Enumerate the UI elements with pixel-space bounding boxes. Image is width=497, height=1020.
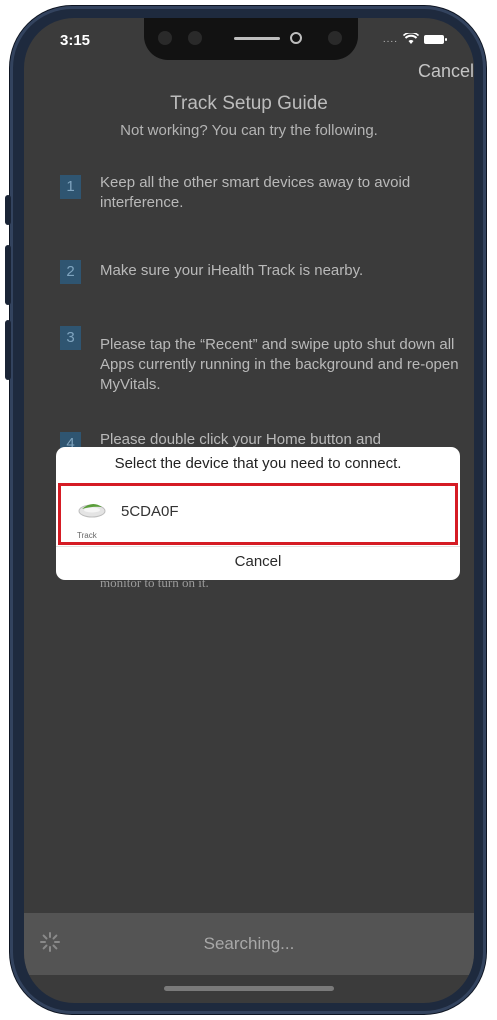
notch xyxy=(144,18,358,60)
dialog-cancel-button[interactable]: Cancel xyxy=(56,547,460,577)
dialog-title: Select the device that you need to conne… xyxy=(114,455,402,472)
step-number-badge: 1 xyxy=(60,175,81,199)
camera-icon xyxy=(158,31,172,45)
sensor-icon xyxy=(188,31,202,45)
searching-label: Searching... xyxy=(203,934,295,953)
device-select-dialog: Select the device that you need to conne… xyxy=(56,447,460,580)
cancel-button[interactable]: Cancel xyxy=(418,61,474,82)
device-name: 5CDA0F xyxy=(121,503,179,520)
signal-indicator: .... xyxy=(382,33,398,45)
monitor-device-icon xyxy=(77,498,107,525)
battery-icon xyxy=(424,34,447,44)
wifi-icon xyxy=(403,33,419,45)
volume-down-button xyxy=(5,320,11,380)
mute-switch xyxy=(5,195,11,225)
step-number-badge: 3 xyxy=(60,326,81,350)
home-indicator[interactable] xyxy=(164,986,334,991)
device-list-item[interactable]: Track 5CDA0F xyxy=(58,483,458,545)
face-sensor-icon xyxy=(328,31,342,45)
status-indicators: .... xyxy=(382,33,447,45)
device-type-label: Track xyxy=(77,531,97,540)
step-number-badge: 2 xyxy=(60,260,81,284)
volume-up-button xyxy=(5,245,11,305)
proximity-sensor-icon xyxy=(290,32,302,44)
phone-screen: 3:15 .... Cancel Track Setup Guide Not w… xyxy=(24,18,474,1003)
page-title: Track Setup Guide xyxy=(170,93,328,114)
page-subtitle: Not working? You can try the following. xyxy=(120,122,378,139)
search-status-bar: Searching... xyxy=(24,913,474,975)
step-text: Make sure your iHealth Track is nearby. xyxy=(100,262,364,279)
status-time: 3:15 xyxy=(60,32,91,49)
step-text: Keep all the other smart devices away to… xyxy=(100,174,411,211)
step-text: Please tap the “Recent” and swipe upto s… xyxy=(100,336,459,393)
speaker-icon xyxy=(234,37,280,40)
